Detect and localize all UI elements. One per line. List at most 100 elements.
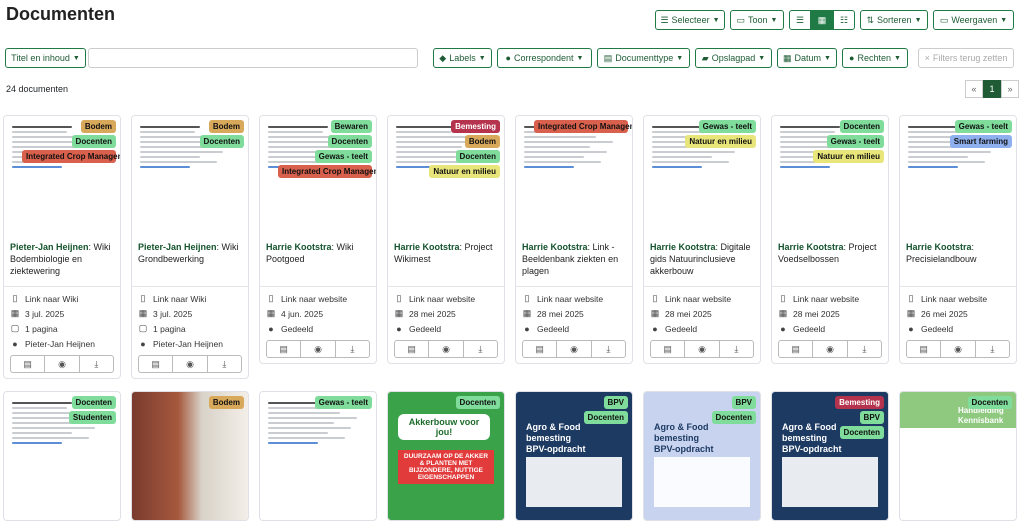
document-card[interactable]: Agro & Food bemesting BPV-opdracht BPV Doc…	[515, 391, 633, 521]
tag-bpv[interactable]: BPV	[859, 411, 884, 424]
tag-bodem[interactable]: Bodem	[208, 120, 244, 133]
tag-docenten[interactable]: Docenten	[199, 135, 244, 148]
details-icon[interactable]: ▤	[907, 341, 942, 357]
tag-bewaren[interactable]: Bewaren	[330, 120, 372, 133]
details-icon[interactable]: ▤	[267, 341, 302, 357]
list-view-button[interactable]: ☰	[789, 10, 811, 30]
tag-docenten[interactable]: Docenten	[455, 150, 500, 163]
correspondent-name[interactable]: Harrie Kootstra	[906, 242, 972, 252]
tag-natuur-en-milieu[interactable]: Natuur en milieu	[429, 165, 500, 178]
sort-button[interactable]: ⇅ Sorteren ▼	[860, 10, 928, 30]
preview-eye-icon[interactable]: ◉	[557, 341, 592, 357]
tag-docenten[interactable]: Docenten	[71, 396, 116, 409]
details-icon[interactable]: ▤	[651, 341, 686, 357]
download-icon[interactable]: ⤓	[208, 356, 241, 372]
document-title[interactable]: Harrie Kootstra: Project Wikimest	[388, 236, 504, 286]
search-input[interactable]	[88, 48, 418, 68]
document-title[interactable]: Harrie Kootstra: Project Voedselbossen	[772, 236, 888, 286]
labels-filter[interactable]: ◆ Labels ▼	[433, 48, 492, 68]
tag-docenten[interactable]: Docenten	[967, 396, 1012, 409]
correspondent-name[interactable]: Harrie Kootstra	[394, 242, 460, 252]
document-card[interactable]: Agro & Food bemesting BPV-opdracht Bemest…	[771, 391, 889, 521]
thumbnail[interactable]: Gewas - teelt Smart farming	[900, 116, 1016, 236]
tag-docenten[interactable]: Docenten	[839, 426, 884, 439]
document-card[interactable]: Bewaren Docenten Gewas - teelt Integrated C…	[259, 115, 377, 364]
preview-eye-icon[interactable]: ◉	[173, 356, 208, 372]
document-card[interactable]: Handleiding Kennisbank Docenten	[899, 391, 1017, 521]
thumbnail[interactable]: Bewaren Docenten Gewas - teelt Integrated C…	[260, 116, 376, 236]
tag-bemesting[interactable]: Bemesting	[451, 120, 500, 133]
document-card[interactable]: Docenten Gewas - teelt Natuur en milieu Ha…	[771, 115, 889, 364]
tag-bpv[interactable]: BPV	[603, 396, 628, 409]
thumbnail[interactable]: Bemesting Bodem Docenten Natuur en milieu	[388, 116, 504, 236]
download-icon[interactable]: ⤓	[976, 341, 1009, 357]
tag-integrated-crop-management[interactable]: Integrated Crop Management	[22, 150, 120, 163]
preview-eye-icon[interactable]: ◉	[685, 341, 720, 357]
download-icon[interactable]: ⤓	[464, 341, 497, 357]
details-icon[interactable]: ▤	[139, 356, 174, 372]
preview-eye-icon[interactable]: ◉	[301, 341, 336, 357]
document-card[interactable]: Docenten Studenten	[3, 391, 121, 521]
tag-natuur-en-milieu[interactable]: Natuur en milieu	[813, 150, 884, 163]
large-view-button[interactable]: ☷	[833, 10, 855, 30]
tag-integrated-crop-management[interactable]: Integrated Crop Management	[534, 120, 632, 133]
document-card[interactable]: Bemesting Bodem Docenten Natuur en milieu H…	[387, 115, 505, 364]
prev-page[interactable]: «	[965, 80, 983, 98]
tag-natuur-en-milieu[interactable]: Natuur en milieu	[685, 135, 756, 148]
tag-docenten[interactable]: Docenten	[711, 411, 756, 424]
tag-gewas-teelt[interactable]: Gewas - teelt	[698, 120, 756, 133]
tag-bodem[interactable]: Bodem	[464, 135, 500, 148]
tag-docenten[interactable]: Docenten	[71, 135, 116, 148]
details-icon[interactable]: ▤	[11, 356, 46, 372]
download-icon[interactable]: ⤓	[720, 341, 753, 357]
tag-bodem[interactable]: Bodem	[80, 120, 116, 133]
tag-docenten[interactable]: Docenten	[327, 135, 372, 148]
tag-studenten[interactable]: Studenten	[68, 411, 116, 424]
download-icon[interactable]: ⤓	[80, 356, 113, 372]
tag-integrated-crop-management[interactable]: Integrated Crop Management	[278, 165, 376, 178]
download-icon[interactable]: ⤓	[848, 341, 881, 357]
tag-gewas-teelt[interactable]: Gewas - teelt	[314, 396, 372, 409]
tag-bodem[interactable]: Bodem	[208, 396, 244, 409]
download-icon[interactable]: ⤓	[592, 341, 625, 357]
thumbnail[interactable]: Docenten Gewas - teelt Natuur en milieu	[772, 116, 888, 236]
details-icon[interactable]: ▤	[395, 341, 430, 357]
document-title[interactable]: Harrie Kootstra: Precisielandbouw	[900, 236, 1016, 286]
document-card[interactable]: Gewas - teelt	[259, 391, 377, 521]
correspondent-name[interactable]: Pieter-Jan Heijnen	[138, 242, 217, 252]
document-card[interactable]: Gewas - teelt Smart farming Harrie Kootst…	[899, 115, 1017, 364]
download-icon[interactable]: ⤓	[336, 341, 369, 357]
document-title[interactable]: Harrie Kootstra: Wiki Pootgoed	[260, 236, 376, 286]
document-title[interactable]: Harrie Kootstra: Link - Beeldenbank ziek…	[516, 236, 632, 286]
doctype-filter[interactable]: ▤ Documenttype ▼	[597, 48, 690, 68]
tag-docenten[interactable]: Docenten	[455, 396, 500, 409]
document-card[interactable]: Gewas - teelt Natuur en milieu Harrie Koo…	[643, 115, 761, 364]
document-title[interactable]: Pieter-Jan Heijnen: Wiki Bodembiologie e…	[4, 236, 120, 286]
thumbnail[interactable]: Bodem Docenten Integrated Crop Management	[4, 116, 120, 236]
preview-eye-icon[interactable]: ◉	[941, 341, 976, 357]
reset-filters-button[interactable]: × Filters terug zetten	[918, 48, 1014, 68]
title-content-dropdown[interactable]: Titel en inhoud ▼	[5, 48, 86, 68]
tag-gewas-teelt[interactable]: Gewas - teelt	[826, 135, 884, 148]
tag-docenten[interactable]: Docenten	[583, 411, 628, 424]
date-filter[interactable]: ▦ Datum ▼	[777, 48, 837, 68]
document-card[interactable]: Bodem	[131, 391, 249, 521]
views-button[interactable]: ▭ Weergaven ▼	[933, 10, 1014, 30]
correspondent-name[interactable]: Harrie Kootstra	[778, 242, 844, 252]
page-1[interactable]: 1	[983, 80, 1001, 98]
tag-gewas-teelt[interactable]: Gewas - teelt	[314, 150, 372, 163]
thumbnail[interactable]: Integrated Crop Management	[516, 116, 632, 236]
grid-view-button[interactable]: ▦	[811, 10, 833, 30]
tag-smart-farming[interactable]: Smart farming	[949, 135, 1012, 148]
storage-filter[interactable]: ▰ Opslagpad ▼	[695, 48, 772, 68]
tag-bemesting[interactable]: Bemesting	[835, 396, 884, 409]
details-icon[interactable]: ▤	[523, 341, 558, 357]
document-card[interactable]: BodemDocentenIntegrated Crop Management …	[3, 115, 121, 379]
preview-eye-icon[interactable]: ◉	[813, 341, 848, 357]
document-card[interactable]: Agro & Food bemesting BPV-opdracht BPV Doc…	[643, 391, 761, 521]
tag-bpv[interactable]: BPV	[731, 396, 756, 409]
details-icon[interactable]: ▤	[779, 341, 814, 357]
tag-docenten[interactable]: Docenten	[839, 120, 884, 133]
correspondent-name[interactable]: Harrie Kootstra	[266, 242, 332, 252]
document-card[interactable]: Integrated Crop Management Harrie Kootst…	[515, 115, 633, 364]
